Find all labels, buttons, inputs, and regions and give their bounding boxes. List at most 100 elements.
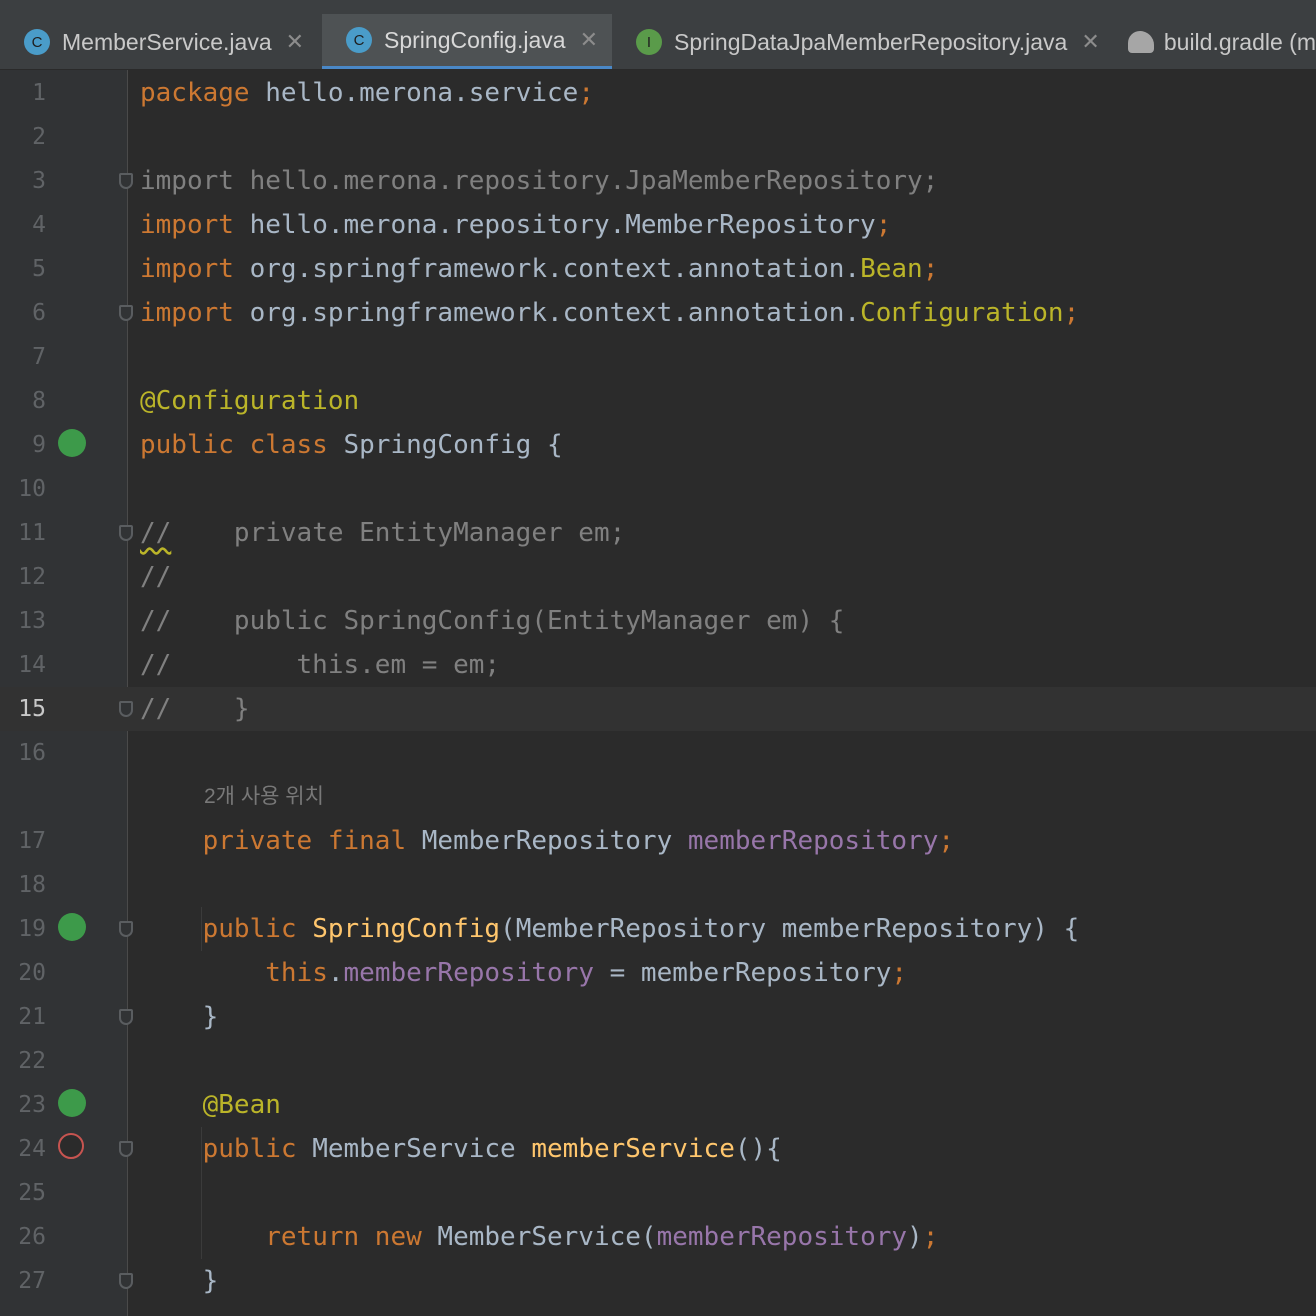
line-number: 24 (18, 1136, 46, 1162)
class-file-icon: C (24, 29, 50, 55)
code-token: org.springframework.context.annotation. (249, 298, 861, 328)
line-number: 23 (18, 1092, 46, 1118)
close-icon[interactable]: ✕ (1081, 29, 1099, 55)
tab-memberservice-java[interactable]: C MemberService.java ✕ (0, 14, 322, 69)
indent-guide (201, 907, 202, 951)
line-number: 11 (18, 520, 46, 546)
line-number: 9 (32, 432, 46, 458)
code-token: SpringConfig { (343, 430, 563, 460)
gradle-elephant-icon (1128, 31, 1154, 53)
code-token: private EntityManager em; (171, 518, 626, 548)
fold-marker-icon[interactable] (119, 525, 133, 541)
code-line[interactable]: import org.springframework.context.annot… (140, 291, 1079, 335)
code-line[interactable]: private final MemberRepository memberRep… (140, 819, 954, 863)
fold-marker-icon[interactable] (119, 921, 133, 937)
line-number: 26 (18, 1224, 46, 1250)
code-token: memberRepository (656, 1222, 908, 1252)
fold-marker-icon[interactable] (119, 305, 133, 321)
line-number: 15 (18, 696, 46, 722)
line-number: 14 (18, 652, 46, 678)
line-number: 3 (32, 168, 46, 194)
code-line[interactable]: // public SpringConfig(EntityManager em)… (140, 599, 844, 643)
fold-marker-icon[interactable] (119, 1273, 133, 1289)
close-icon[interactable]: ✕ (580, 27, 598, 53)
code-line[interactable]: return new MemberService(memberRepositor… (140, 1215, 938, 1259)
tab-label: build.gradle (m (1163, 28, 1316, 55)
class-file-icon: C (346, 27, 372, 53)
close-icon[interactable]: ✕ (286, 29, 304, 55)
code-token: MemberRepository (421, 826, 688, 856)
code-line[interactable]: // this.em = em; (140, 643, 500, 687)
line-number: 13 (18, 608, 46, 634)
code-token: Configuration (860, 298, 1064, 328)
code-token: . (327, 958, 344, 988)
code-line[interactable]: public MemberService memberService(){ (140, 1127, 782, 1171)
code-token: ; (922, 1222, 939, 1252)
usages-inlay-hint[interactable]: 2개 사용 위치 (204, 775, 324, 819)
line-number: 7 (32, 344, 46, 370)
code-line[interactable]: import hello.merona.repository.MemberRep… (140, 203, 891, 247)
code-token: public (202, 1134, 313, 1164)
fold-marker-icon[interactable] (119, 1009, 133, 1025)
editor-tab-bar: C MemberService.java ✕ C SpringConfig.java ✕ I… (0, 0, 1316, 70)
code-line[interactable]: import org.springframework.context.annot… (140, 247, 938, 291)
line-number: 16 (18, 740, 46, 766)
tab-label: SpringDataJpaMemberRepository.java (674, 28, 1068, 55)
tab-springdatajpamemberrepository-java[interactable]: I SpringDataJpaMemberRepository.java ✕ (612, 14, 1104, 69)
tab-label: SpringConfig.java (384, 26, 566, 53)
code-line[interactable]: public class SpringConfig { (140, 423, 563, 467)
code-token: // (140, 562, 172, 592)
code-token: ; (875, 210, 892, 240)
line-number: 21 (18, 1004, 46, 1030)
code-token: public class (140, 430, 344, 460)
tab-build-gradle-m[interactable]: build.gradle (m (1104, 14, 1316, 69)
line-number: 18 (18, 872, 46, 898)
line-number: 20 (18, 960, 46, 986)
spring-navigate-icon[interactable] (58, 913, 86, 941)
line-number: 2 (32, 124, 46, 150)
line-number: 8 (32, 388, 46, 414)
code-token: // public SpringConfig(EntityManager em)… (140, 606, 845, 636)
code-line[interactable]: this.memberRepository = memberRepository… (140, 951, 907, 995)
code-token: MemberService (312, 1134, 532, 1164)
code-line[interactable]: public SpringConfig(MemberRepository mem… (140, 907, 1080, 951)
code-line[interactable]: package hello.merona.service; (140, 71, 594, 115)
line-number: 1 (32, 80, 46, 106)
method-override-icon[interactable] (58, 1133, 84, 1159)
line-number: 19 (18, 916, 46, 942)
spring-bean-icon[interactable] (58, 429, 86, 457)
code-line[interactable]: } (140, 1259, 219, 1303)
interface-file-icon: I (636, 29, 662, 55)
code-token: // this.em = em; (140, 650, 501, 680)
code-token: @Configuration (140, 386, 360, 416)
code-token: memberService (531, 1134, 735, 1164)
code-line[interactable]: @Configuration (140, 379, 359, 423)
fold-marker-icon[interactable] (119, 701, 133, 717)
code-token: // } (140, 694, 250, 724)
line-number: 4 (32, 212, 46, 238)
code-line[interactable]: // } (140, 687, 250, 731)
line-number: 6 (32, 300, 46, 326)
fold-marker-icon[interactable] (119, 1141, 133, 1157)
spring-bean-method-icon[interactable] (58, 1089, 86, 1117)
line-number: 10 (18, 476, 46, 502)
code-token: import (140, 210, 250, 240)
tab-springconfig-java[interactable]: C SpringConfig.java ✕ (322, 14, 612, 69)
code-line[interactable]: @Bean (140, 1083, 281, 1127)
code-token: ; (922, 254, 939, 284)
code-line[interactable]: } (140, 995, 219, 1039)
code-line[interactable]: // (140, 555, 171, 599)
code-line[interactable]: import hello.merona.repository.JpaMember… (140, 159, 938, 203)
code-token: this (265, 958, 328, 988)
code-token: ; (1063, 298, 1080, 328)
fold-marker-icon[interactable] (119, 173, 133, 189)
line-number: 12 (18, 564, 46, 590)
code-token: Bean (860, 254, 923, 284)
code-line[interactable]: // private EntityManager em; (140, 511, 625, 555)
code-token: hello.merona.repository.MemberRepository (249, 210, 876, 240)
